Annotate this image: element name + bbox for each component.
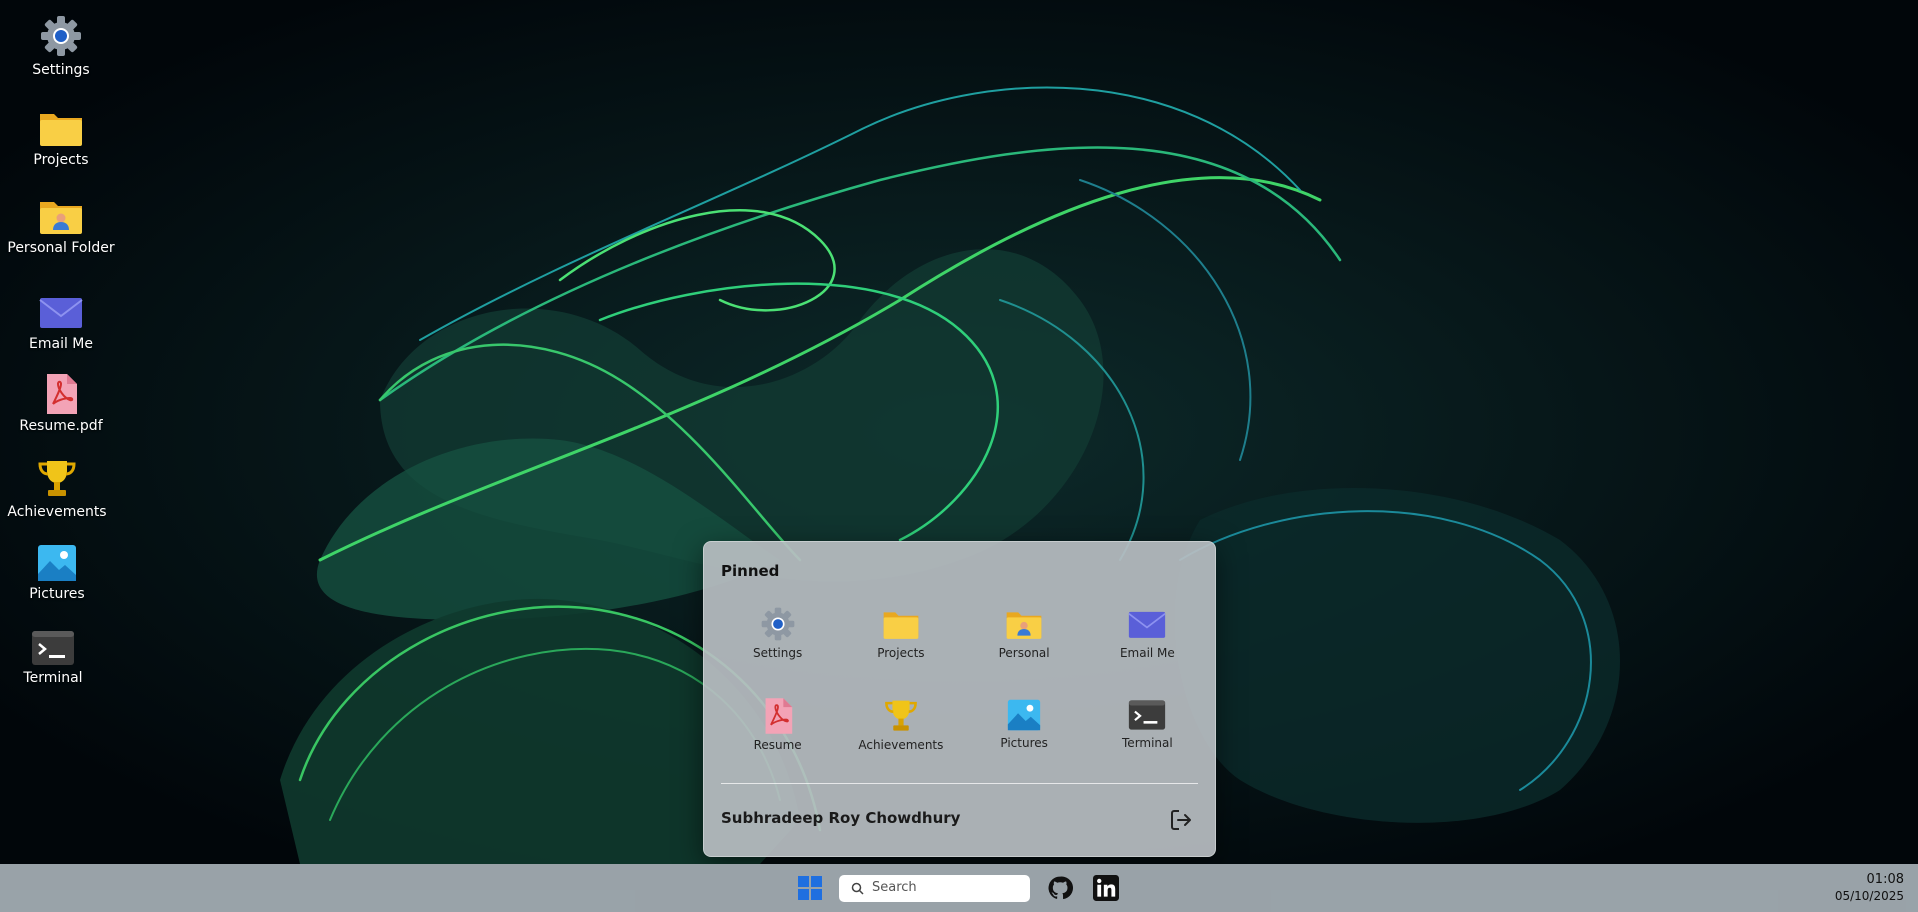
user-name[interactable]: Subhradeep Roy Chowdhury	[721, 809, 960, 827]
pinned-item-settings[interactable]: Settings	[716, 606, 839, 680]
desktop-icon-settings[interactable]: Settings	[6, 14, 116, 78]
pinned-item-label: Terminal	[1122, 736, 1173, 750]
pinned-item-email-me[interactable]: Email Me	[1086, 606, 1209, 680]
logout-icon[interactable]	[1169, 808, 1193, 832]
desktop-icon-label: Personal Folder	[7, 240, 115, 256]
desktop-icon-pictures[interactable]: Pictures	[2, 544, 112, 602]
pinned-heading: Pinned	[721, 562, 780, 580]
clock-date: 05/10/2025	[1834, 889, 1904, 903]
user-folder-icon	[1006, 612, 1042, 639]
linkedin-icon[interactable]	[1093, 875, 1119, 901]
user-folder-icon	[40, 202, 82, 234]
pinned-item-projects[interactable]: Projects	[839, 606, 962, 680]
pinned-item-label: Pictures	[1000, 736, 1048, 750]
desktop-icon-label: Terminal	[23, 670, 83, 686]
desktop-icon-resume-pdf[interactable]: Resume.pdf	[6, 374, 116, 434]
pdf-icon	[47, 374, 77, 414]
pinned-item-terminal[interactable]: Terminal	[1086, 698, 1209, 772]
pinned-grid: Settings Projects Personal Email Me Resu…	[716, 606, 1209, 772]
terminal-icon	[32, 631, 74, 665]
pdf-icon	[765, 698, 792, 734]
pinned-item-label: Personal	[998, 646, 1050, 660]
desktop-icon-achievements[interactable]: Achievements	[2, 458, 112, 520]
taskbar-clock[interactable]: 01:08 05/10/2025	[1835, 872, 1904, 903]
mail-icon	[1128, 611, 1167, 638]
trophy-icon	[885, 700, 917, 731]
menu-divider	[721, 783, 1198, 784]
desktop-icon-label: Email Me	[29, 336, 93, 352]
pinned-item-label: Settings	[753, 646, 803, 660]
folder-icon	[883, 612, 919, 639]
search-icon	[851, 882, 864, 895]
desktop-icon-personal-folder[interactable]: Personal Folder	[6, 196, 116, 256]
pinned-item-pictures[interactable]: Pictures	[963, 698, 1086, 772]
search-placeholder: Search	[872, 880, 917, 895]
pinned-item-label: Projects	[877, 646, 925, 660]
desktop-icon-label: Achievements	[7, 504, 107, 520]
folder-icon	[40, 114, 82, 146]
pinned-item-label: Email Me	[1119, 646, 1175, 660]
desktop-icon-projects[interactable]: Projects	[6, 108, 116, 168]
taskbar-search-box[interactable]: Search	[839, 875, 1030, 902]
desktop-icon-email-me[interactable]: Email Me	[6, 292, 116, 352]
image-icon	[38, 545, 76, 581]
pinned-item-label: Achievements	[858, 738, 944, 752]
clock-time: 01:08	[1866, 872, 1904, 887]
github-icon[interactable]	[1047, 875, 1073, 901]
desktop-icon-label: Resume.pdf	[19, 418, 103, 434]
windows-logo-icon[interactable]	[798, 876, 822, 900]
gear-icon	[41, 16, 81, 56]
desktop-icon-terminal[interactable]: Terminal	[0, 630, 108, 686]
pinned-item-personal[interactable]: Personal	[963, 606, 1086, 680]
trophy-icon	[38, 461, 76, 496]
pinned-item-achievements[interactable]: Achievements	[839, 698, 962, 772]
pinned-item-label: Resume	[753, 738, 802, 752]
image-icon	[1007, 699, 1041, 731]
desktop-icon-label: Pictures	[29, 586, 85, 602]
desktop-icon-label: Projects	[33, 152, 89, 168]
start-menu: Pinned Settings Projects Personal Email …	[703, 541, 1216, 857]
mail-icon	[39, 298, 83, 328]
desktop-icon-label: Settings	[32, 62, 90, 78]
terminal-icon	[1129, 700, 1166, 730]
taskbar: Search 01:08 05/10/2025	[0, 864, 1918, 912]
gear-icon	[761, 607, 794, 641]
pinned-item-resume[interactable]: Resume	[716, 698, 839, 772]
